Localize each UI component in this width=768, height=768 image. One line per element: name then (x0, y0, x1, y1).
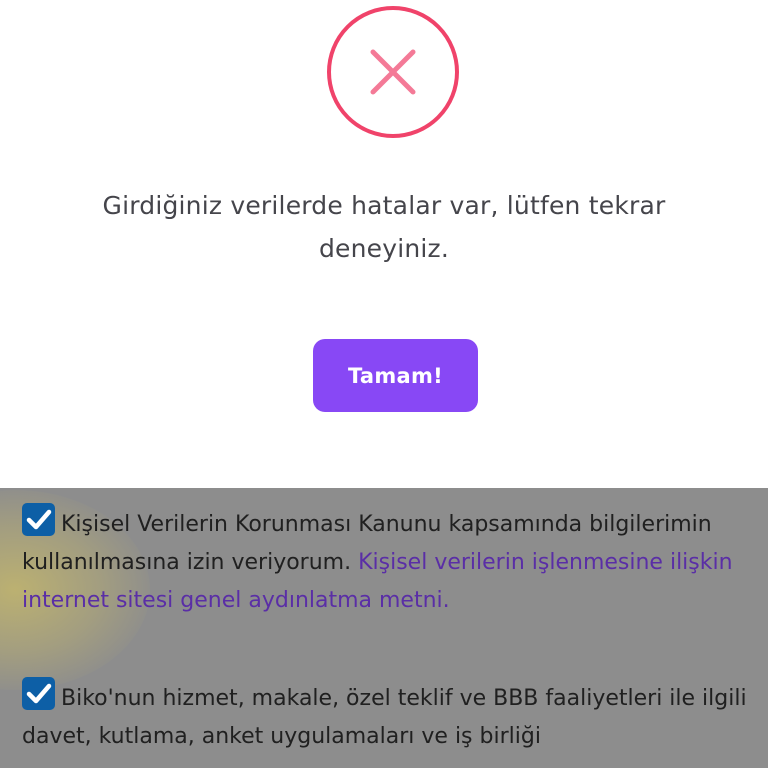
consent-kvkk-checkbox[interactable] (22, 503, 55, 536)
consent-kvkk: Kişisel Verilerin Korunması Kanunu kapsa… (22, 503, 767, 620)
consent-marketing: Biko'nun hizmet, makale, özel teklif ve … (22, 677, 767, 756)
close-x-icon (370, 49, 416, 95)
consent-marketing-checkbox[interactable] (22, 677, 55, 710)
error-message: Girdiğiniz verilerde hatalar var, lütfen… (102, 191, 666, 263)
error-dialog: Girdiğiniz verilerde hatalar var, lütfen… (0, 0, 768, 488)
checkmark-icon (26, 509, 52, 530)
checkmark-icon (26, 683, 52, 704)
page: Kişisel Verilerin Korunması Kanunu kapsa… (0, 0, 768, 768)
confirm-button[interactable]: Tamam! (313, 339, 478, 412)
error-x-icon (327, 6, 459, 138)
consent-marketing-text: Biko'nun hizmet, makale, özel teklif ve … (22, 686, 747, 749)
